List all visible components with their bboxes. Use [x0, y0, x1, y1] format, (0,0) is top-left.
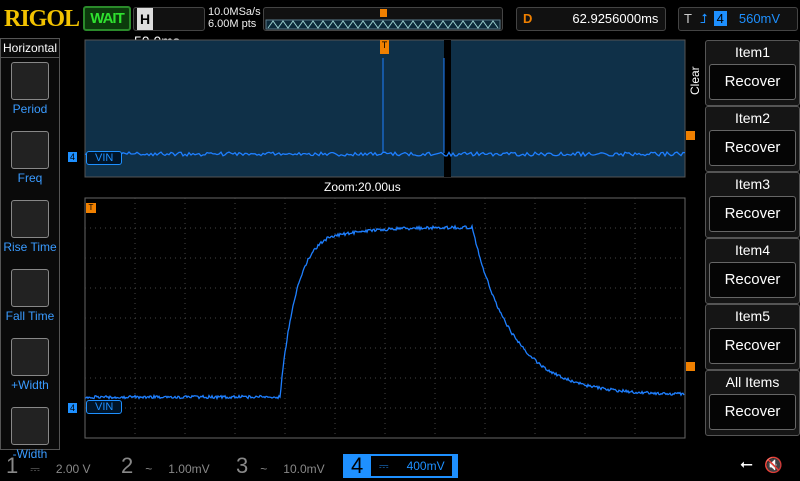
rise-time-icon [11, 200, 49, 238]
measure-menu: Item1 Recover Item2 Recover Item3 Recover I… [705, 40, 800, 440]
acquisition-info: 10.0MSa/s 6.00M pts [208, 6, 261, 30]
zoom-label: Zoom:20.00us [324, 180, 401, 194]
menu-item-period[interactable]: Period [1, 62, 59, 127]
grid [85, 198, 685, 438]
label: Rise Time [3, 240, 56, 254]
channel-label-main: VIN [86, 400, 122, 414]
speaker-muted-icon[interactable]: 🔇 [764, 456, 783, 474]
trigger-display[interactable]: T ⮥ 4 560mV [678, 7, 798, 31]
ch-scale: 10.0mV [283, 462, 324, 476]
menu-title: Horizontal [1, 39, 59, 58]
plus-width-icon [11, 338, 49, 376]
h-label: H [137, 8, 153, 30]
main-trace [85, 226, 684, 399]
run-state-badge[interactable]: WAIT [83, 6, 131, 31]
channel-4-marker-overview[interactable]: 4 [68, 152, 77, 162]
delay-display[interactable]: D 62.9256000ms [516, 7, 666, 31]
channel-4-button[interactable]: 4 ⎓ 400mV [343, 454, 458, 478]
menu-item-rise-time[interactable]: Rise Time [1, 200, 59, 265]
coupling-icon: ⎓ [30, 462, 40, 476]
value: Recover [709, 262, 796, 298]
period-icon [11, 62, 49, 100]
fall-time-icon [11, 269, 49, 307]
memory-waveform-icon [264, 8, 502, 30]
channel-4-marker-main[interactable]: 4 [68, 403, 77, 413]
item4-button[interactable]: Item4 Recover [705, 238, 800, 304]
coupling-icon: ~ [145, 462, 152, 476]
ch-num: 2 [121, 453, 133, 478]
waveform-display[interactable]: Zoom:20.00us [62, 38, 702, 450]
freq-icon [11, 131, 49, 169]
horizontal-menu: Horizontal Period Freq Rise Time Fall Ti… [0, 38, 60, 450]
coupling-icon: ~ [260, 462, 267, 476]
title: Item4 [706, 239, 799, 258]
value: Recover [709, 64, 796, 100]
channel-1-button[interactable]: 1 ⎓ 2.00 V [0, 454, 112, 478]
channel-2-button[interactable]: 2 ~1.00mV [115, 454, 227, 478]
value: Recover [709, 394, 796, 430]
value: Recover [709, 130, 796, 166]
trigger-level-marker[interactable] [686, 131, 695, 140]
title: Item2 [706, 107, 799, 126]
channel-3-button[interactable]: 3 ~10.0mV [230, 454, 342, 478]
memory-depth: 6.00M pts [208, 18, 261, 30]
d-label: D [523, 11, 532, 26]
label: +Width [11, 378, 49, 392]
trigger-marker-top: T [380, 40, 389, 54]
ch-num: 3 [236, 453, 248, 478]
menu-item-fall-time[interactable]: Fall Time [1, 269, 59, 334]
delay-value: 62.9256000ms [572, 11, 658, 26]
value: Recover [709, 196, 796, 232]
ch-scale: 1.00mV [168, 462, 209, 476]
channel-label-overview: VIN [86, 151, 122, 165]
label: Period [13, 102, 48, 116]
title: Item3 [706, 173, 799, 192]
title: Item5 [706, 305, 799, 324]
sample-rate: 10.0MSa/s [208, 6, 261, 18]
menu-item-freq[interactable]: Freq [1, 131, 59, 196]
rising-edge-icon: ⮥ [700, 11, 708, 26]
clear-label[interactable]: Clear [688, 66, 702, 95]
timebase-display[interactable]: H50.0ms [133, 7, 205, 31]
minus-width-icon [11, 407, 49, 445]
item2-button[interactable]: Item2 Recover [705, 106, 800, 172]
coupling-icon: ⎓ [379, 459, 389, 473]
ch-num: 1 [6, 453, 18, 478]
trigger-marker-main: T [86, 203, 96, 213]
title: Item1 [706, 41, 799, 60]
item5-button[interactable]: Item5 Recover [705, 304, 800, 370]
all-items-button[interactable]: All Items Recover [705, 370, 800, 436]
t-label: T [684, 11, 692, 26]
ch-scale: 400mV [407, 459, 445, 473]
trigger-level: 560mV [739, 11, 780, 26]
ch-num: 4 [351, 453, 363, 478]
rigol-logo: RIGOL [4, 6, 79, 33]
label: Freq [18, 171, 43, 185]
menu-item-plus-width[interactable]: +Width [1, 338, 59, 403]
item1-button[interactable]: Item1 Recover [705, 40, 800, 106]
trigger-source: 4 [714, 11, 727, 26]
usb-icon: ⭠ [740, 456, 753, 474]
trigger-level-marker[interactable] [686, 362, 695, 371]
ch-scale: 2.00 V [56, 462, 91, 476]
memory-position-bar[interactable] [263, 7, 503, 31]
value: Recover [709, 328, 796, 364]
title: All Items [706, 371, 799, 390]
trigger-position-marker [380, 9, 387, 17]
label: Fall Time [6, 309, 55, 323]
item3-button[interactable]: Item3 Recover [705, 172, 800, 238]
